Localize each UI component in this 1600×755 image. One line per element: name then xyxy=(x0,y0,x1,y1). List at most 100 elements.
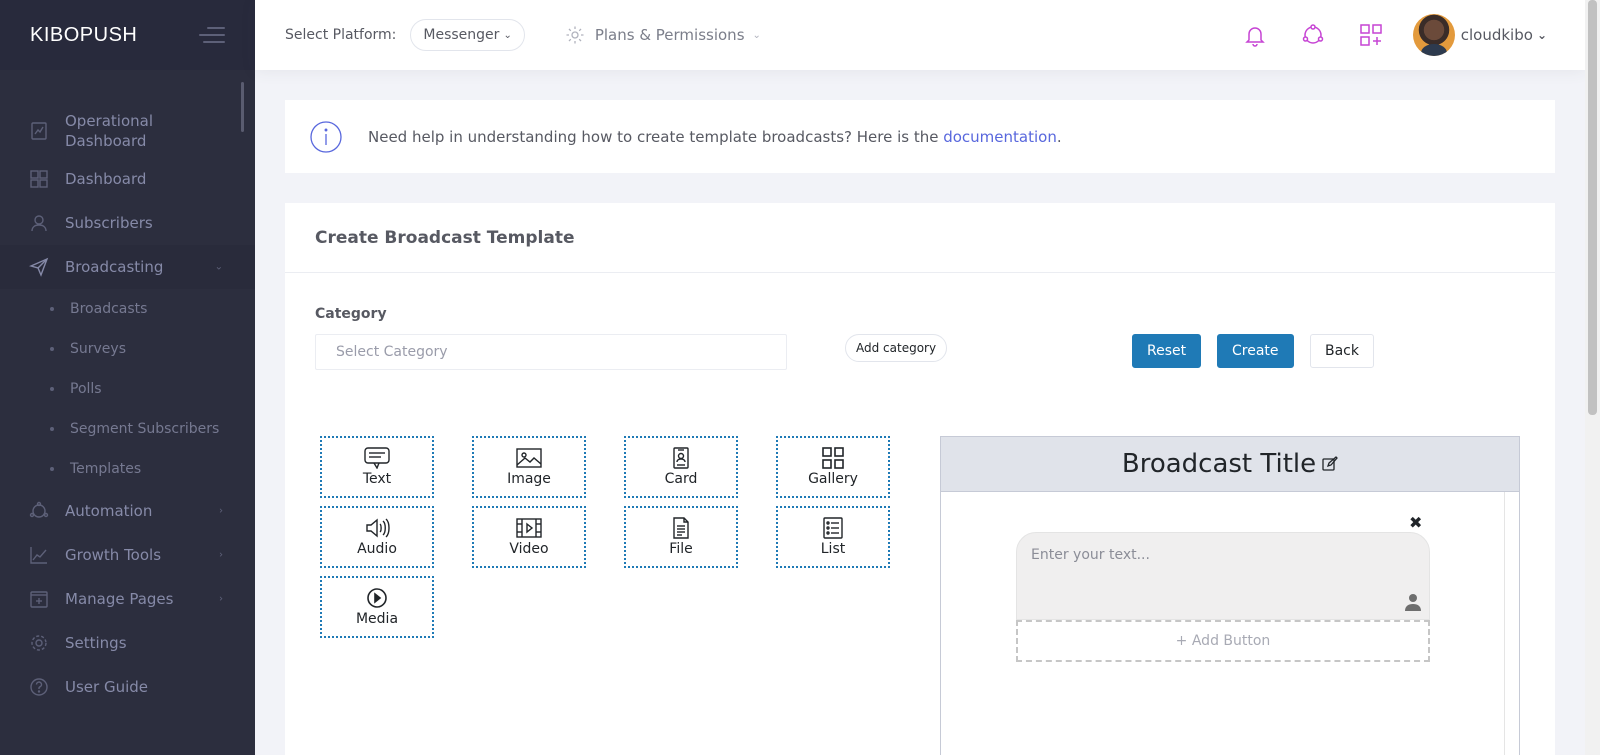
chevron-right-icon: › xyxy=(219,505,223,517)
chevron-down-icon: ⌄ xyxy=(214,261,223,273)
category-placeholder: Select Category xyxy=(336,344,448,360)
portlet-header: Create Broadcast Template xyxy=(285,203,1555,273)
hamburger-menu-icon[interactable] xyxy=(199,27,225,43)
card-icon xyxy=(673,447,689,469)
username: cloudkibo xyxy=(1460,26,1533,44)
sidebar-item-label: Operational Dashboard xyxy=(65,112,154,150)
film-icon xyxy=(516,518,542,538)
component-label: Card xyxy=(664,471,698,487)
add-category-button[interactable]: Add category xyxy=(845,334,948,362)
user-icon xyxy=(29,213,49,233)
avatar xyxy=(1412,14,1455,56)
chat-bubble-icon xyxy=(364,447,390,469)
reset-button[interactable]: Reset xyxy=(1132,334,1202,368)
component-audio[interactable]: Audio xyxy=(320,506,434,568)
create-button[interactable]: Create xyxy=(1217,334,1294,368)
chevron-down-icon: ⌄ xyxy=(503,29,512,41)
dashboard-chart-icon xyxy=(29,121,49,141)
sidebar-item-subscribers[interactable]: Subscribers xyxy=(0,201,255,245)
platform-select[interactable]: Messenger ⌄ xyxy=(410,19,525,51)
user-menu[interactable]: cloudkibo ⌄ xyxy=(1412,14,1547,56)
preview-header: Broadcast Title xyxy=(941,437,1519,492)
back-button[interactable]: Back xyxy=(1310,334,1374,368)
broadcasting-submenu: Broadcasts Surveys Polls Segment Subscri… xyxy=(0,289,255,489)
sidebar-menu: Operational Dashboard Dashboard Subscrib… xyxy=(0,105,255,709)
sidebar-item-growth-tools[interactable]: Growth Tools › xyxy=(0,533,255,577)
documentation-link[interactable]: documentation xyxy=(943,128,1057,146)
bell-icon[interactable] xyxy=(1243,23,1267,47)
bullet-dot xyxy=(50,467,54,471)
gear-icon xyxy=(566,26,584,44)
component-card[interactable]: Card xyxy=(624,436,738,498)
page-scrollbar-thumb[interactable] xyxy=(1588,0,1597,415)
sidebar-item-operational-dashboard[interactable]: Operational Dashboard xyxy=(0,105,255,157)
grid-icon xyxy=(29,169,49,189)
preview-scrollbar[interactable] xyxy=(1504,492,1519,755)
category-select[interactable]: Select Category xyxy=(315,334,787,370)
page-title: Create Broadcast Template xyxy=(315,227,575,248)
bullet-dot xyxy=(50,347,54,351)
add-button[interactable]: + Add Button xyxy=(1016,620,1430,662)
info-icon xyxy=(310,120,342,153)
sidebar-subitem-segment-subscribers[interactable]: Segment Subscribers xyxy=(0,409,255,449)
sidebar-subitem-templates[interactable]: Templates xyxy=(0,449,255,489)
top-header: Select Platform: Messenger ⌄ Plans & Per… xyxy=(255,0,1585,70)
gear-icon xyxy=(29,633,49,653)
gallery-grid-icon xyxy=(822,447,844,469)
component-label: Gallery xyxy=(808,471,858,487)
sidebar-item-dashboard[interactable]: Dashboard xyxy=(0,157,255,201)
sidebar-subitem-polls[interactable]: Polls xyxy=(0,369,255,409)
edit-icon[interactable] xyxy=(1322,456,1339,472)
sidebar-subitem-label: Templates xyxy=(70,461,142,477)
platform-label: Select Platform: xyxy=(285,27,397,43)
list-icon xyxy=(823,517,843,539)
sidebar-item-label: Settings xyxy=(65,634,127,652)
sidebar-subitem-surveys[interactable]: Surveys xyxy=(0,329,255,369)
sidebar-item-label: Subscribers xyxy=(65,214,153,232)
main-content: Need help in understanding how to create… xyxy=(285,100,1555,755)
component-text[interactable]: Text xyxy=(320,436,434,498)
sidebar-item-label: User Guide xyxy=(65,678,149,696)
share-network-icon[interactable] xyxy=(1301,23,1325,47)
component-image[interactable]: Image xyxy=(472,436,586,498)
info-message: Need help in understanding how to create… xyxy=(368,127,944,146)
chevron-right-icon: › xyxy=(219,593,223,605)
sidebar-item-label: Growth Tools xyxy=(65,546,162,564)
brand-logo[interactable]: KIBOPUSH xyxy=(30,24,137,47)
component-label: Image xyxy=(507,471,551,487)
speaker-icon xyxy=(366,518,390,538)
component-label: Audio xyxy=(357,541,397,557)
broadcast-title[interactable]: Broadcast Title xyxy=(1122,449,1316,479)
close-icon[interactable]: ✖ xyxy=(1409,513,1422,532)
sidebar: KIBOPUSH Operational Dashboard Dashboard… xyxy=(0,0,255,755)
component-media[interactable]: Media xyxy=(320,576,434,638)
component-video[interactable]: Video xyxy=(472,506,586,568)
component-gallery[interactable]: Gallery xyxy=(776,436,890,498)
plans-permissions-menu[interactable]: Plans & Permissions ⌄ xyxy=(565,25,761,45)
sidebar-item-user-guide[interactable]: User Guide xyxy=(0,665,255,709)
file-icon xyxy=(673,517,689,539)
component-label: Text xyxy=(362,471,392,487)
category-label: Category xyxy=(315,306,387,322)
text-placeholder: Enter your text... xyxy=(1031,547,1150,563)
sidebar-item-automation[interactable]: Automation › xyxy=(0,489,255,533)
sidebar-item-label: Dashboard xyxy=(65,170,147,188)
apps-add-icon[interactable] xyxy=(1359,23,1383,47)
component-label: List xyxy=(820,541,846,557)
question-icon xyxy=(29,677,49,697)
component-label: File xyxy=(669,541,693,557)
person-icon[interactable] xyxy=(1405,593,1421,611)
sidebar-item-label: Manage Pages xyxy=(65,590,174,608)
page-scrollbar[interactable] xyxy=(1585,0,1600,755)
sidebar-item-settings[interactable]: Settings xyxy=(0,621,255,665)
sidebar-item-manage-pages[interactable]: Manage Pages › xyxy=(0,577,255,621)
text-message-input[interactable]: Enter your text... xyxy=(1016,532,1430,620)
bullet-dot xyxy=(50,307,54,311)
plans-permissions-label: Plans & Permissions xyxy=(594,26,745,44)
sidebar-item-broadcasting[interactable]: Broadcasting ⌄ xyxy=(0,245,255,289)
sidebar-subitem-broadcasts[interactable]: Broadcasts xyxy=(0,289,255,329)
component-label: Video xyxy=(509,541,549,557)
component-list[interactable]: List xyxy=(776,506,890,568)
info-alert: Need help in understanding how to create… xyxy=(285,100,1555,173)
component-file[interactable]: File xyxy=(624,506,738,568)
